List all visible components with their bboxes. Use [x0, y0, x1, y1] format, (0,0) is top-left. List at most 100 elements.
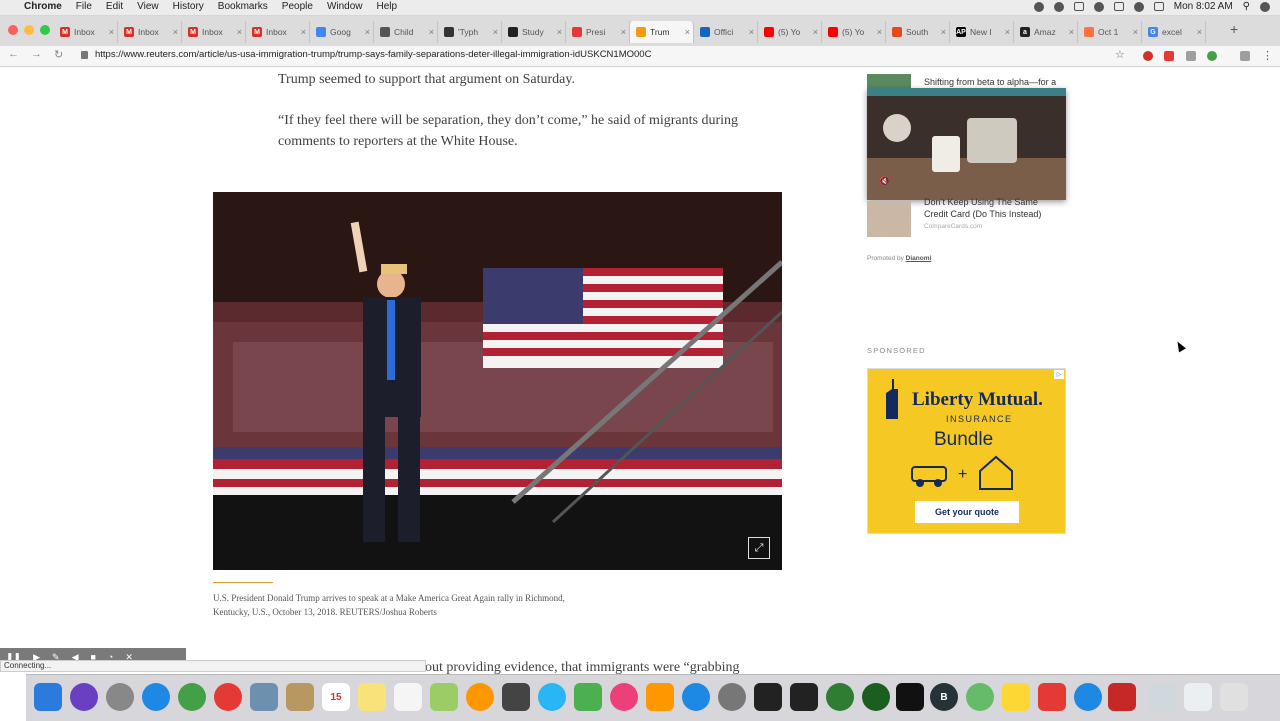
- close-tab-icon[interactable]: ×: [173, 27, 178, 37]
- reminders-icon[interactable]: [394, 683, 422, 711]
- extension-cast-icon[interactable]: [1240, 51, 1250, 61]
- close-tab-icon[interactable]: ×: [237, 27, 242, 37]
- menu-help[interactable]: Help: [377, 1, 398, 12]
- notes-icon[interactable]: [358, 683, 386, 711]
- floating-video-player[interactable]: 🔇: [867, 88, 1066, 200]
- teamviewer-icon[interactable]: [1074, 683, 1102, 711]
- downloads-stack-icon[interactable]: [1184, 683, 1212, 711]
- close-tab-icon[interactable]: ×: [621, 27, 626, 37]
- close-tab-icon[interactable]: ×: [557, 27, 562, 37]
- folder-icon[interactable]: [286, 683, 314, 711]
- liberty-mutual-ad[interactable]: ▷ Liberty Mutual. INSURANCE Bundle + Get…: [867, 368, 1066, 534]
- terminal-icon[interactable]: [896, 683, 924, 711]
- get-quote-button[interactable]: Get your quote: [915, 501, 1019, 523]
- close-tab-icon[interactable]: ×: [813, 27, 818, 37]
- minimize-window-button[interactable]: [24, 25, 34, 35]
- browser-tab[interactable]: Trum ×: [630, 21, 694, 43]
- activity-icon[interactable]: [862, 683, 890, 711]
- address-bar[interactable]: https://www.reuters.com/article/us-usa-i…: [95, 49, 651, 60]
- bbedit-icon[interactable]: B: [930, 683, 958, 711]
- display-icon[interactable]: [1073, 2, 1084, 11]
- close-tab-icon[interactable]: ×: [429, 27, 434, 37]
- finder-icon[interactable]: [34, 683, 62, 711]
- close-tab-icon[interactable]: ×: [493, 27, 498, 37]
- reload-icon[interactable]: ↻: [54, 48, 63, 61]
- chrome-menu-icon[interactable]: ⋮: [1262, 49, 1273, 62]
- browser-tab[interactable]: M Inbox ×: [118, 21, 182, 43]
- status-icon[interactable]: [1053, 1, 1064, 12]
- notification-center-icon[interactable]: [1260, 1, 1270, 12]
- close-tab-icon[interactable]: ×: [749, 27, 754, 37]
- system-preferences-icon[interactable]: [718, 683, 746, 711]
- facetime-icon[interactable]: [574, 683, 602, 711]
- safari-icon[interactable]: [142, 683, 170, 711]
- close-tab-icon[interactable]: ×: [365, 27, 370, 37]
- chrome-icon[interactable]: [178, 683, 206, 711]
- maps-icon[interactable]: [430, 683, 458, 711]
- extension-grammarly-icon[interactable]: [1207, 51, 1217, 61]
- mute-icon[interactable]: 🔇: [879, 176, 890, 187]
- article-photo[interactable]: ⤢: [213, 192, 782, 570]
- spotlight-search-icon[interactable]: ⚲: [1243, 1, 1250, 12]
- menu-window[interactable]: Window: [327, 1, 363, 12]
- close-tab-icon[interactable]: ×: [301, 27, 306, 37]
- battery-icon[interactable]: [1153, 2, 1164, 11]
- menu-file[interactable]: File: [76, 1, 92, 12]
- stickies-icon[interactable]: [1002, 683, 1030, 711]
- close-tab-icon[interactable]: ×: [941, 27, 946, 37]
- promo-headline-link[interactable]: Don’t Keep Using The Same Credit Card (D…: [924, 196, 1064, 220]
- opera-icon[interactable]: [214, 683, 242, 711]
- menu-edit[interactable]: Edit: [106, 1, 123, 12]
- close-tab-icon[interactable]: ×: [877, 27, 882, 37]
- timemachine-icon[interactable]: [1093, 1, 1104, 12]
- calendar-icon[interactable]: 15: [322, 683, 350, 711]
- close-tab-icon[interactable]: ×: [1133, 27, 1138, 37]
- launchpad-icon[interactable]: [106, 683, 134, 711]
- extension-lastpass-icon[interactable]: [1164, 51, 1174, 61]
- menu-view[interactable]: View: [137, 1, 159, 12]
- messages-icon[interactable]: [538, 683, 566, 711]
- browser-tab[interactable]: M Inbox ×: [182, 21, 246, 43]
- documents-stack-icon[interactable]: [1148, 683, 1176, 711]
- close-tab-icon[interactable]: ×: [1069, 27, 1074, 37]
- menu-people[interactable]: People: [282, 1, 313, 12]
- extension-icon[interactable]: [1186, 51, 1196, 61]
- browser-tab[interactable]: Offici ×: [694, 21, 758, 43]
- microphone-icon[interactable]: [1033, 1, 1044, 12]
- browser-tab[interactable]: a Amaz ×: [1014, 21, 1078, 43]
- globe-icon[interactable]: [966, 683, 994, 711]
- close-tab-icon[interactable]: ×: [109, 27, 114, 37]
- menu-history[interactable]: History: [173, 1, 204, 12]
- itunes-icon[interactable]: [610, 683, 638, 711]
- close-window-button[interactable]: [8, 25, 18, 35]
- adchoices-icon[interactable]: ▷: [1054, 370, 1064, 379]
- photos-icon[interactable]: [466, 683, 494, 711]
- lock-icon[interactable]: [81, 51, 88, 59]
- browser-tab[interactable]: (5) Yo ×: [758, 21, 822, 43]
- browser-tab[interactable]: M Inbox ×: [246, 21, 310, 43]
- close-tab-icon[interactable]: ×: [1197, 27, 1202, 37]
- promo-thumbnail[interactable]: [867, 201, 911, 237]
- close-tab-icon[interactable]: ×: [685, 27, 690, 37]
- zoom-window-button[interactable]: [40, 25, 50, 35]
- menu-bookmarks[interactable]: Bookmarks: [218, 1, 268, 12]
- browser-tab[interactable]: South ×: [886, 21, 950, 43]
- siri-icon[interactable]: [70, 683, 98, 711]
- browser-tab[interactable]: Study ×: [502, 21, 566, 43]
- new-tab-button[interactable]: +: [1230, 21, 1238, 37]
- promo-headline-link[interactable]: Shifting from beta to alpha—for a: [924, 76, 1069, 88]
- clock[interactable]: Mon 8:02 AM: [1174, 1, 1233, 12]
- forward-icon[interactable]: →: [31, 48, 42, 61]
- close-tab-icon[interactable]: ×: [1005, 27, 1010, 37]
- dianomi-link[interactable]: Dianomi: [906, 255, 932, 262]
- extension-abp-icon[interactable]: [1143, 51, 1153, 61]
- app-store-icon[interactable]: [682, 683, 710, 711]
- browser-tab[interactable]: (5) Yo ×: [822, 21, 886, 43]
- acrobat-icon[interactable]: [1108, 683, 1136, 711]
- wifi-icon[interactable]: [1133, 1, 1144, 12]
- browser-tab[interactable]: Gexcel ×: [1142, 21, 1206, 43]
- bookmark-star-icon[interactable]: ☆: [1115, 48, 1125, 61]
- browser-tab[interactable]: Goog ×: [310, 21, 374, 43]
- browser-tab[interactable]: M Inbox ×: [54, 21, 118, 43]
- pdf-icon[interactable]: [1038, 683, 1066, 711]
